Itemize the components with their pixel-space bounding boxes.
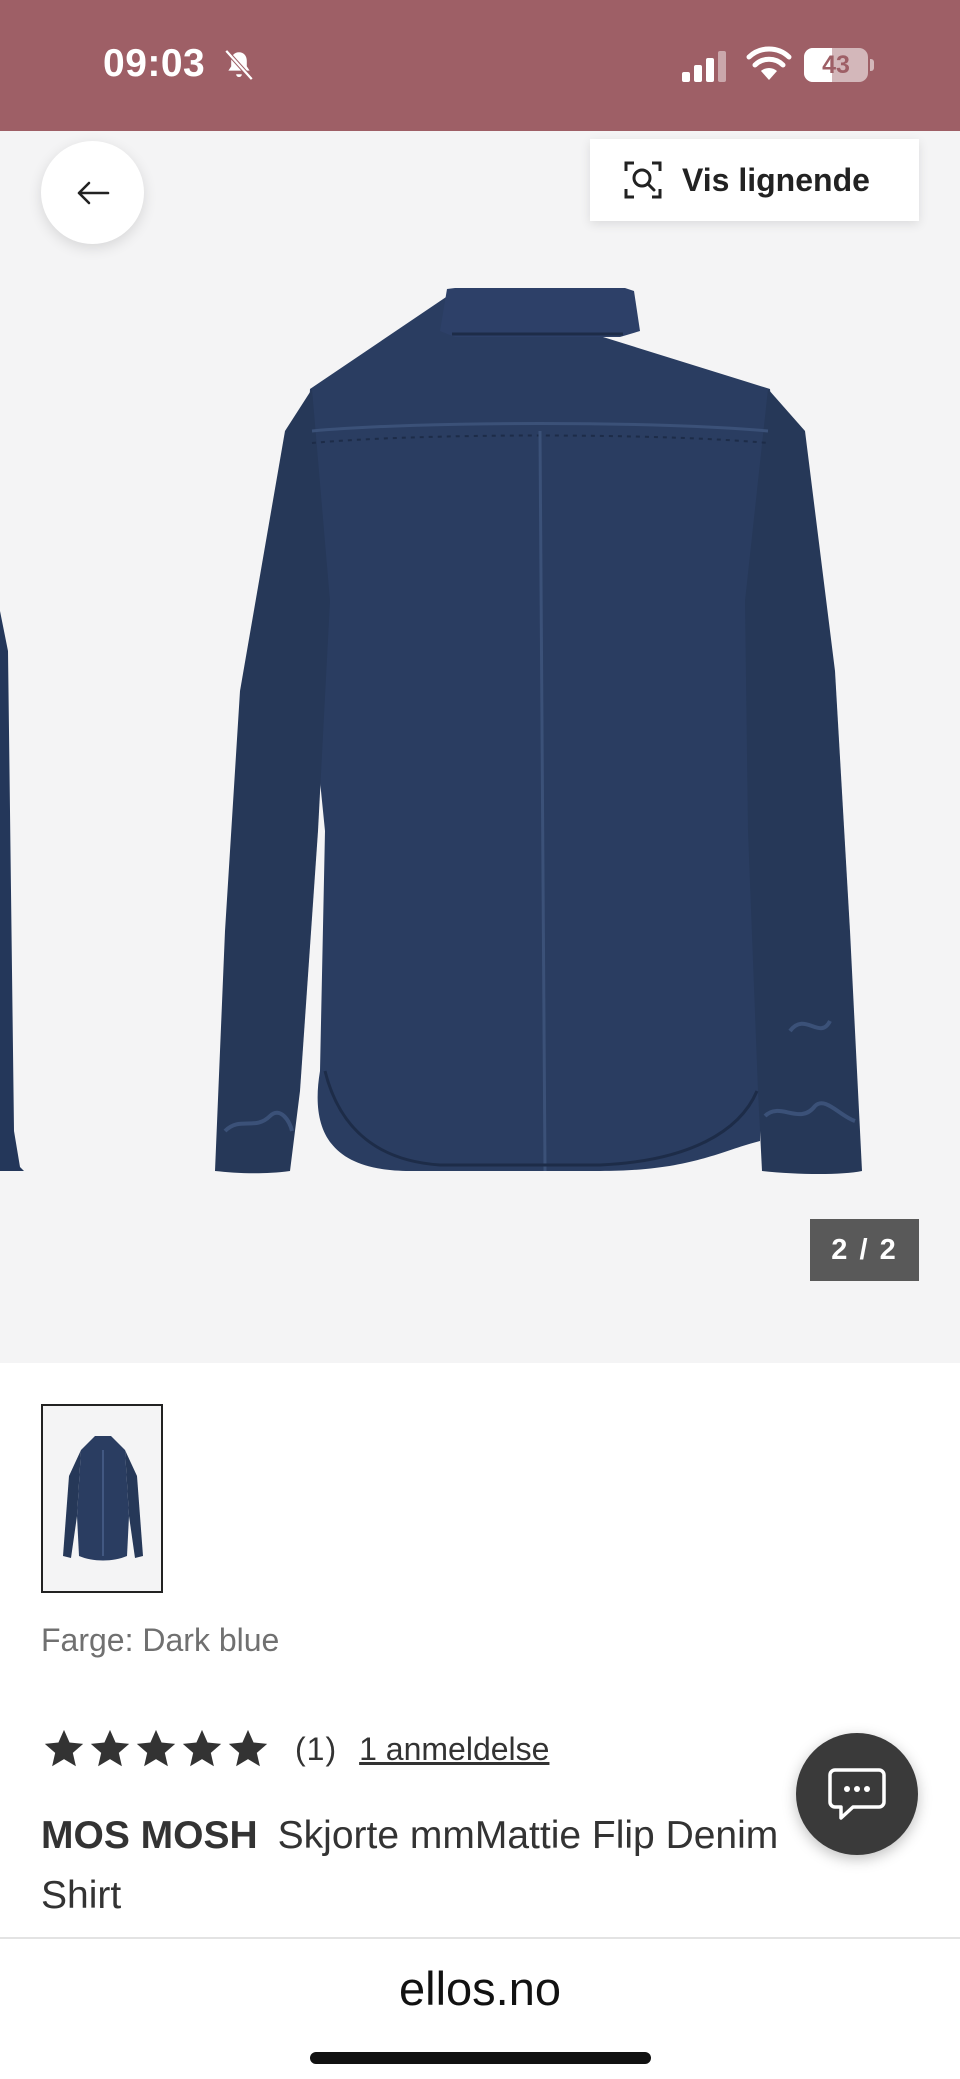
wifi-icon	[746, 46, 792, 80]
product-title: MOS MOSH Skjorte mmMattie Flip Denim Shir…	[41, 1806, 841, 1926]
browser-address-bar[interactable]: ellos.no	[0, 1937, 960, 2079]
star-icon	[90, 1729, 130, 1767]
back-button[interactable]	[41, 141, 144, 244]
arrow-left-icon	[77, 181, 109, 204]
show-similar-button[interactable]: Vis lignende	[590, 139, 919, 221]
status-bar: 09:03 43	[0, 0, 960, 131]
star-icon	[182, 1729, 222, 1767]
visual-search-icon	[624, 161, 662, 199]
star-icon	[136, 1729, 176, 1767]
chat-bubble-icon	[828, 1768, 886, 1820]
rating-count: (1)	[295, 1730, 338, 1767]
home-indicator[interactable]	[310, 2052, 651, 2064]
product-brand: MOS MOSH	[41, 1814, 258, 1857]
product-thumbnail[interactable]	[41, 1404, 163, 1593]
rating-stars	[41, 1726, 271, 1772]
star-icon	[44, 1729, 84, 1767]
bell-slash-icon	[224, 49, 254, 81]
reviews-link[interactable]: 1 anmeldelse	[359, 1731, 549, 1768]
color-label: Farge: Dark blue	[41, 1622, 280, 1658]
show-similar-label: Vis lignende	[682, 161, 870, 198]
url-label[interactable]: ellos.no	[0, 1961, 960, 2016]
image-page-counter: 2 / 2	[810, 1219, 919, 1281]
product-rating: (1) 1 anmeldelse	[41, 1724, 549, 1774]
product-image	[0, 288, 862, 1174]
thumbnail-image	[63, 1436, 143, 1561]
battery-level: 43	[822, 51, 850, 79]
status-time: 09:03	[103, 42, 206, 85]
chat-button[interactable]	[796, 1733, 918, 1855]
star-icon	[228, 1729, 268, 1767]
product-image-gallery[interactable]: Vis lignende 2 / 2	[0, 131, 960, 1363]
cellular-signal-icon	[682, 51, 726, 82]
battery-icon: 43	[804, 48, 874, 82]
